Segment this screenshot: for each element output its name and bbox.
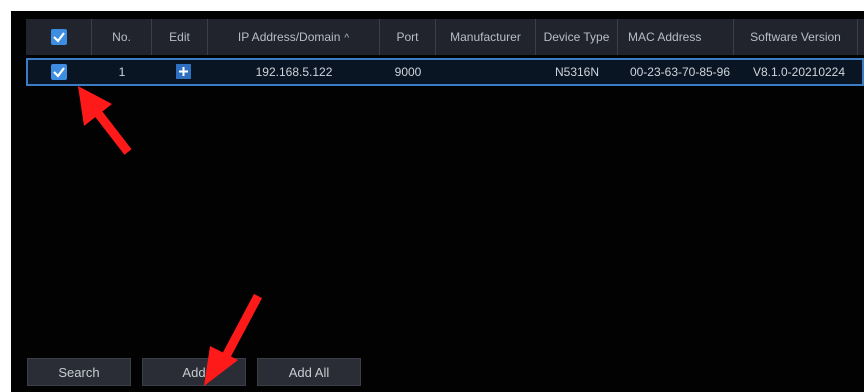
header-select-cell bbox=[26, 19, 92, 55]
column-header-ip-label: IP Address/Domain bbox=[237, 30, 341, 44]
add-all-button[interactable]: Add All bbox=[257, 358, 361, 386]
column-header-device-type[interactable]: Device Type bbox=[536, 19, 618, 55]
chevron-up-icon: ^ bbox=[344, 33, 350, 44]
check-icon bbox=[53, 67, 65, 78]
cell-software: V8.1.0-20210224 bbox=[752, 65, 846, 79]
column-header-manufacturer[interactable]: Manufacturer bbox=[436, 19, 536, 55]
row-checkbox[interactable] bbox=[51, 64, 67, 80]
column-header-mac[interactable]: MAC Address bbox=[618, 19, 734, 55]
cell-device-type: N5316N bbox=[554, 65, 600, 79]
cell-ip: 192.168.5.122 bbox=[255, 65, 333, 79]
annotation-arrow-icon bbox=[204, 293, 262, 386]
column-header-no[interactable]: No. bbox=[92, 19, 152, 55]
column-header-software[interactable]: Software Version bbox=[734, 19, 858, 55]
cell-port: 9000 bbox=[394, 65, 422, 79]
cell-mac: 00-23-63-70-85-96 bbox=[629, 65, 731, 79]
annotation-arrow-icon bbox=[78, 86, 132, 155]
column-header-ip[interactable]: IP Address/Domain ^ bbox=[208, 19, 380, 55]
cell-manufacturer bbox=[436, 58, 536, 86]
search-button[interactable]: Search bbox=[27, 358, 131, 386]
column-header-port[interactable]: Port bbox=[380, 19, 436, 55]
plus-icon[interactable] bbox=[176, 64, 191, 79]
column-header-edit[interactable]: Edit bbox=[152, 19, 208, 55]
